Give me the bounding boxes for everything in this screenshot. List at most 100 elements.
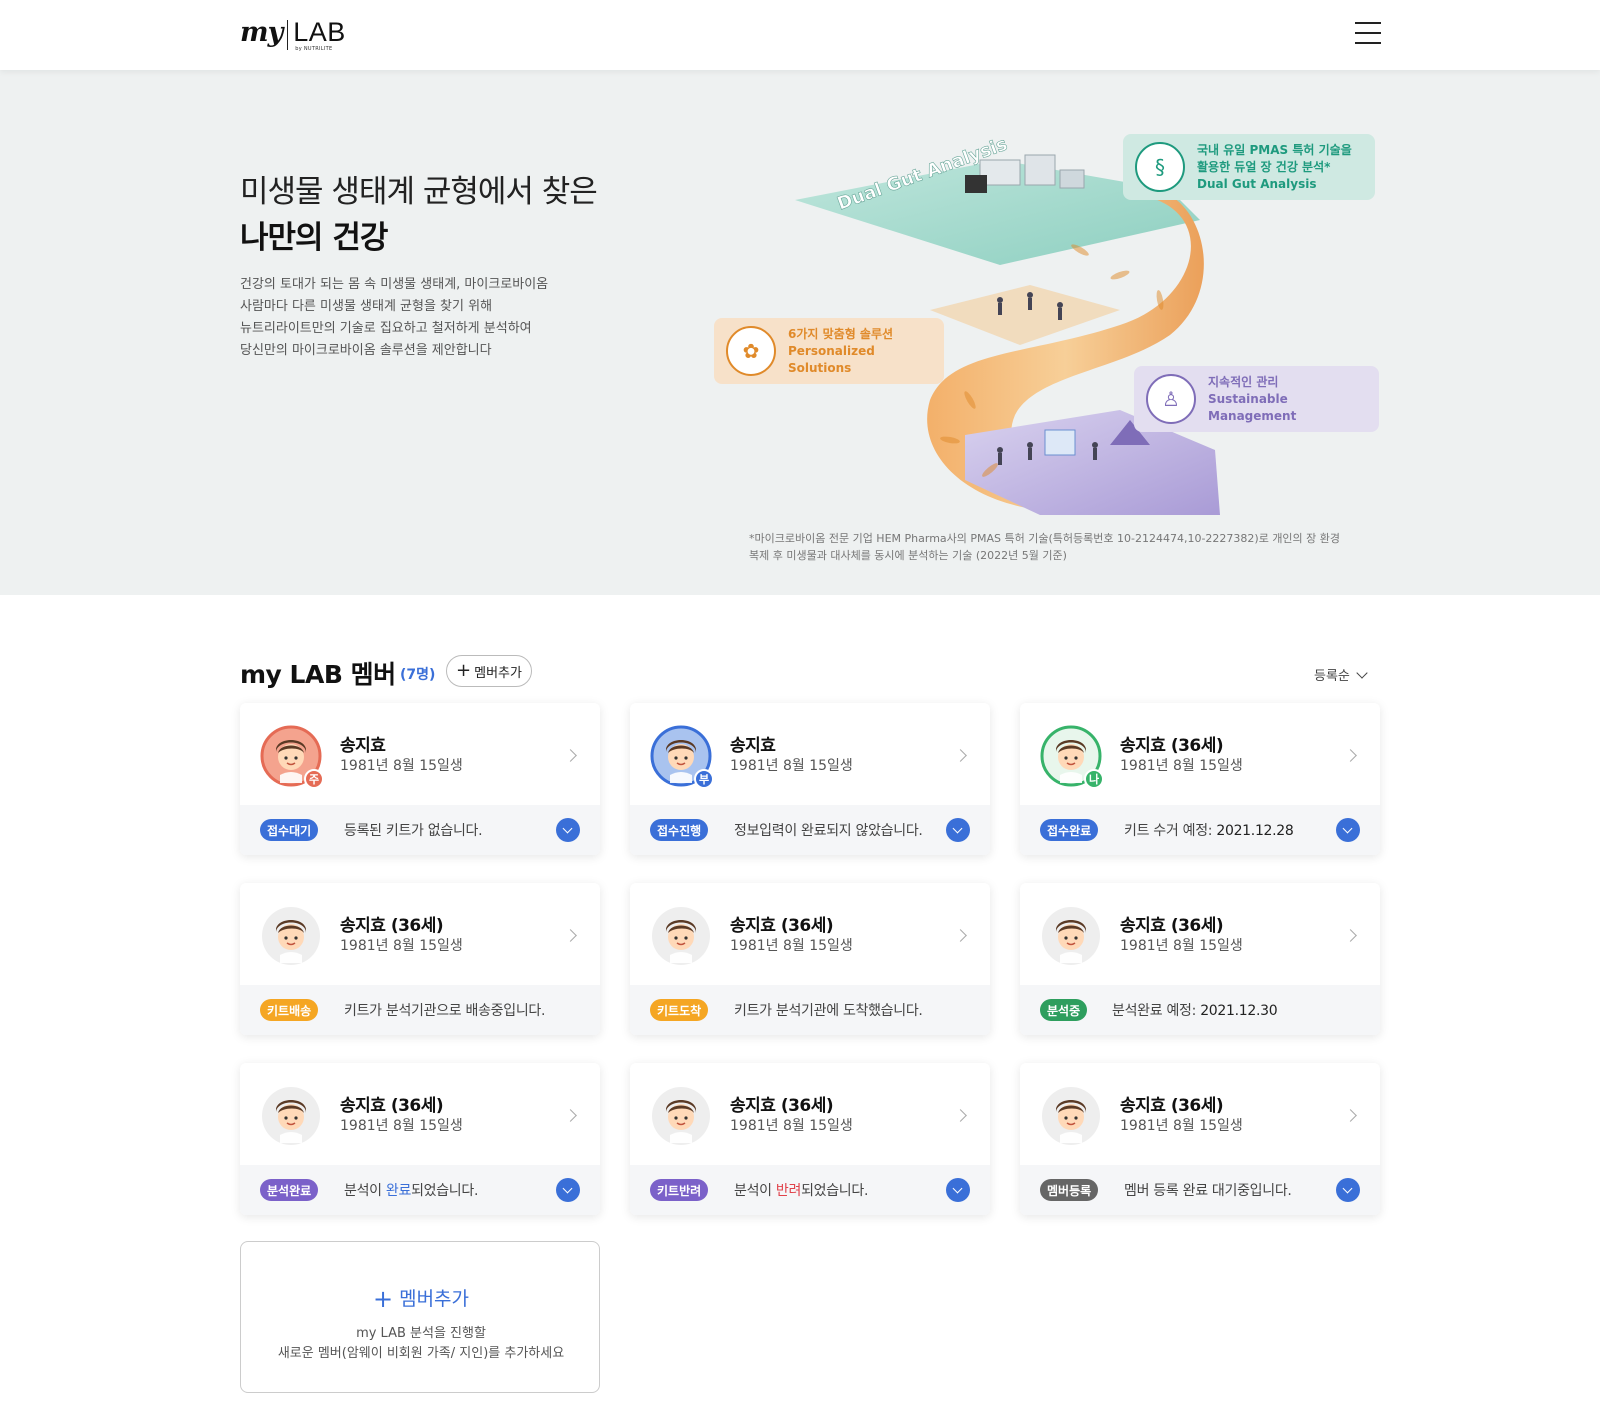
status-text: 등록된 키트가 없습니다. [344,823,483,839]
status-badge: 접수대기 [260,819,319,841]
status-badge: 키트도착 [650,999,709,1021]
expand-chevron-icon[interactable] [1336,1178,1360,1202]
member-name: 송지효 (36세) [340,1096,444,1116]
members-count: (7명) [400,667,436,683]
expand-chevron-icon[interactable] [946,1178,970,1202]
member-status-bar: 접수진행 정보입력이 완료되지 않았습니다. [630,805,990,855]
plus-icon: + [456,660,472,681]
add-member-button[interactable]: + 멤버추가 [446,655,532,687]
member-card[interactable]: 송지효 (36세) 1981년 8월 15일생 분석중 분석완료 예정: 202… [1020,883,1380,1035]
member-name: 송지효 (36세) [340,916,444,936]
hamburger-menu-icon[interactable] [1355,22,1381,44]
avatar-face-icon [652,907,710,965]
hero-footnote: *마이크로바이옴 전문 기업 HEM Pharma사의 PMAS 특허 기술(특… [749,532,1341,562]
chevron-right-icon[interactable] [564,929,577,942]
status-text: 멤버 등록 완료 대기중입니다. [1124,1183,1292,1199]
bubble-personalized: ✿ 6가지 맞춤형 솔루션 Personalized Solutions [714,318,944,384]
chevron-right-icon[interactable] [1344,749,1357,762]
chevron-right-icon[interactable] [564,1109,577,1122]
member-birthdate: 1981년 8월 15일생 [1120,938,1243,954]
member-name: 송지효 (36세) [730,1096,834,1116]
member-status-bar: 분석완료 분석이 완료되었습니다. [240,1165,600,1215]
chevron-right-icon[interactable] [1344,1109,1357,1122]
solutions-icon: ✿ [726,326,776,376]
member-status-bar: 키트도착 키트가 분석기관에 도착했습니다. [630,985,990,1035]
member-birthdate: 1981년 8월 15일생 [340,758,463,774]
mylab-logo[interactable]: my LAB by NUTRILITE [240,17,346,53]
status-text: 분석이 반려되었습니다. [734,1183,869,1199]
site-header: my LAB by NUTRILITE [0,0,1600,70]
bubble-sustainable: ♙ 지속적인 관리 Sustainable Management [1134,366,1379,432]
members-title: my LAB 멤버 [240,660,396,689]
hero-title-line2: 나만의 건강 [240,220,388,256]
expand-chevron-icon[interactable] [556,1178,580,1202]
expand-chevron-icon[interactable] [1336,818,1360,842]
member-role-badge: 부 [694,769,714,789]
avatar [260,1085,322,1147]
member-status-bar: 키트반려 분석이 반려되었습니다. [630,1165,990,1215]
logo-by: by NUTRILITE [295,46,333,52]
member-birthdate: 1981년 8월 15일생 [730,938,853,954]
avatar: 나 [1040,725,1104,789]
member-card[interactable]: 송지효 (36세) 1981년 8월 15일생 키트도착 키트가 분석기관에 도… [630,883,990,1035]
status-badge: 접수진행 [650,819,709,841]
member-birthdate: 1981년 8월 15일생 [340,1118,463,1134]
expand-chevron-icon[interactable] [556,818,580,842]
member-name: 송지효 (36세) [1120,916,1224,936]
logo-lab: LAB [293,17,346,47]
member-role-badge: 주 [304,769,324,789]
member-name: 송지효 [730,736,776,756]
chevron-right-icon[interactable] [1344,929,1357,942]
status-badge: 분석완료 [260,1179,319,1201]
status-text: 키트가 분석기관으로 배송중입니다. [344,1003,546,1019]
member-status-bar: 멤버등록 멤버 등록 완료 대기중입니다. [1020,1165,1380,1215]
chevron-right-icon[interactable] [954,1109,967,1122]
member-status-bar: 접수대기 등록된 키트가 없습니다. [240,805,600,855]
hero-title-line1: 미생물 생태계 균형에서 찾은 [240,174,598,210]
chevron-down-icon [1356,666,1368,679]
avatar: 부 [650,725,714,789]
status-text: 키트 수거 예정: 2021.12.28 [1124,823,1294,839]
avatar-face-icon [1042,907,1100,965]
add-member-card[interactable]: + 멤버추가 my LAB 분석을 진행할 새로운 멤버(암웨이 비회원 가족/ … [240,1241,600,1393]
status-badge: 멤버등록 [1040,1179,1099,1201]
avatar [1040,905,1102,967]
member-birthdate: 1981년 8월 15일생 [730,1118,853,1134]
avatar [650,1085,712,1147]
member-name: 송지효 (36세) [1120,1096,1224,1116]
member-name: 송지효 (36세) [730,916,834,936]
member-card[interactable]: 송지효 (36세) 1981년 8월 15일생 키트반려 분석이 반려되었습니다… [630,1063,990,1215]
member-birthdate: 1981년 8월 15일생 [1120,758,1243,774]
chevron-right-icon[interactable] [954,749,967,762]
hero-description: 건강의 토대가 되는 몸 속 미생물 생태계, 마이크로바이옴 사람마다 다른 … [240,277,549,358]
status-text: 분석완료 예정: 2021.12.30 [1112,1003,1278,1019]
status-text: 키트가 분석기관에 도착했습니다. [734,1003,923,1019]
chevron-right-icon[interactable] [564,749,577,762]
member-birthdate: 1981년 8월 15일생 [340,938,463,954]
expand-chevron-icon[interactable] [946,818,970,842]
member-status-bar: 접수완료 키트 수거 예정: 2021.12.28 [1020,805,1380,855]
member-status-bar: 키트배송 키트가 분석기관으로 배송중입니다. [240,985,600,1035]
avatar-face-icon [262,907,320,965]
status-badge: 키트반려 [650,1179,709,1201]
member-status-bar: 분석중 분석완료 예정: 2021.12.30 [1020,985,1380,1035]
member-card[interactable]: 송지효 (36세) 1981년 8월 15일생 멤버등록 멤버 등록 완료 대기… [1020,1063,1380,1215]
gut-icon: § [1135,142,1185,192]
member-name: 송지효 [340,736,386,756]
avatar-face-icon [652,1087,710,1145]
avatar [1040,1085,1102,1147]
status-badge: 접수완료 [1040,819,1099,841]
plus-icon: + [372,1285,394,1313]
chevron-right-icon[interactable] [954,929,967,942]
member-card[interactable]: 부 송지효 1981년 8월 15일생 접수진행 정보입력이 완료되지 않았습니… [630,703,990,855]
member-card[interactable]: 주 송지효 1981년 8월 15일생 접수대기 등록된 키트가 없습니다. [240,703,600,855]
logo-my: my [240,17,283,48]
member-card[interactable]: 송지효 (36세) 1981년 8월 15일생 키트배송 키트가 분석기관으로 … [240,883,600,1035]
member-card[interactable]: 나 송지효 (36세) 1981년 8월 15일생 접수완료 키트 수거 예정:… [1020,703,1380,855]
avatar-face-icon [262,1087,320,1145]
member-birthdate: 1981년 8월 15일생 [730,758,853,774]
status-text: 분석이 완료되었습니다. [344,1183,479,1199]
sort-dropdown[interactable]: 등록순 [1314,665,1368,684]
avatar: 주 [260,725,324,789]
member-card[interactable]: 송지효 (36세) 1981년 8월 15일생 분석완료 분석이 완료되었습니다… [240,1063,600,1215]
